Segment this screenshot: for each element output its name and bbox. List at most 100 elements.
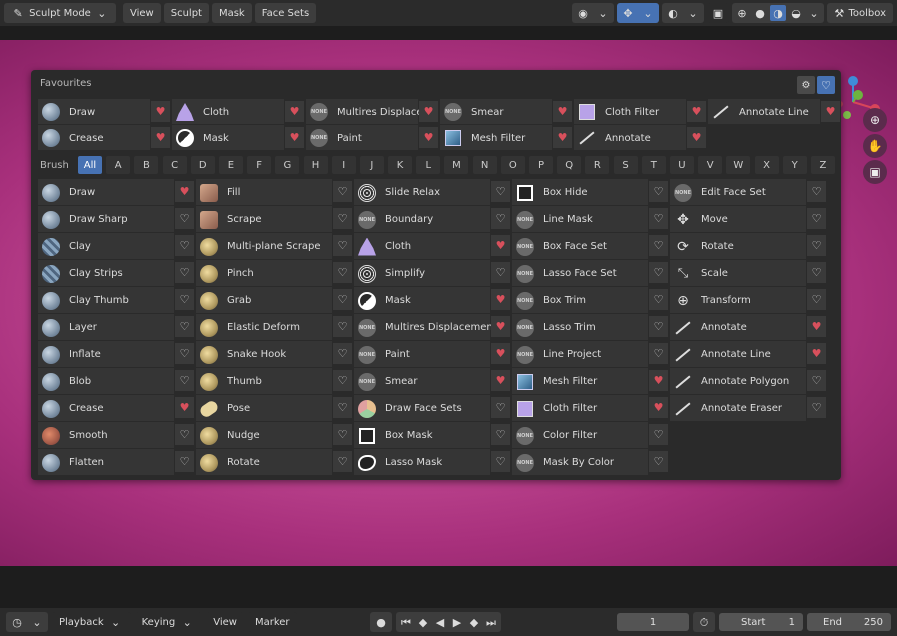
heart-outline-icon[interactable]: ♡ — [807, 397, 826, 418]
brush-item[interactable]: Blob ♡ — [38, 368, 196, 395]
heart-filled-icon[interactable]: ♥ — [175, 397, 194, 418]
heart-outline-icon[interactable]: ♡ — [491, 397, 510, 418]
favourite-item[interactable]: Cloth ♥ — [172, 99, 306, 125]
heart-outline-icon[interactable]: ♡ — [491, 181, 510, 202]
heart-outline-icon[interactable]: ♡ — [807, 235, 826, 256]
brush-item[interactable]: Annotate Line ♥ — [670, 341, 828, 368]
heart-filled-icon[interactable]: ♥ — [491, 289, 510, 310]
camera-view-icon[interactable]: ▣ — [863, 160, 887, 184]
keying-menu[interactable]: Keying ⌄ — [134, 612, 203, 632]
heart-outline-icon[interactable]: ♡ — [649, 451, 668, 472]
heart-outline-icon[interactable]: ♡ — [333, 235, 352, 256]
brush-item[interactable]: Pinch ♡ — [196, 260, 354, 287]
heart-outline-icon[interactable]: ♡ — [807, 181, 826, 202]
alpha-filter-l[interactable]: L — [416, 156, 441, 174]
heart-outline-icon[interactable]: ♡ — [333, 289, 352, 310]
brush-item[interactable]: Clay ♡ — [38, 233, 196, 260]
brush-item[interactable]: Nudge ♡ — [196, 422, 354, 449]
brush-item[interactable]: NONE Box Trim ♡ — [512, 287, 670, 314]
favourite-item[interactable]: Crease ♥ — [38, 125, 172, 151]
alpha-filter-c[interactable]: C — [162, 156, 187, 174]
jump-start-icon[interactable]: ⏮ — [398, 614, 414, 630]
alpha-filter-h[interactable]: H — [303, 156, 328, 174]
favourite-item[interactable]: NONE Paint ♥ — [306, 125, 440, 151]
mode-dropdown[interactable]: ✎ Sculpt Mode ⌄ — [4, 3, 116, 23]
menu-face-sets[interactable]: Face Sets — [254, 3, 317, 23]
alpha-filter-e[interactable]: E — [218, 156, 243, 174]
heart-filled-icon[interactable]: ♥ — [285, 101, 304, 122]
xray-toggle[interactable]: ▣ — [707, 3, 729, 23]
brush-item[interactable]: Slide Relax ♡ — [354, 179, 512, 206]
alpha-filter-n[interactable]: N — [472, 156, 497, 174]
heart-filled-icon[interactable]: ♥ — [151, 101, 170, 122]
chevron-down-icon[interactable]: ⌄ — [806, 5, 822, 21]
play-icon[interactable]: ▶ — [449, 614, 465, 630]
brush-item[interactable]: Annotate ♥ — [670, 314, 828, 341]
heart-filled-icon[interactable]: ♥ — [687, 101, 706, 122]
solid-shading-icon[interactable]: ● — [752, 5, 768, 21]
playback-menu[interactable]: Playback ⌄ — [52, 612, 131, 632]
heart-outline-icon[interactable]: ♡ — [649, 235, 668, 256]
brush-item[interactable]: Clay Strips ♡ — [38, 260, 196, 287]
heart-outline-icon[interactable]: ♡ — [807, 289, 826, 310]
heart-filled-icon[interactable]: ♥ — [491, 370, 510, 391]
heart-filled-icon[interactable]: ♥ — [419, 127, 438, 148]
heart-filled-icon[interactable]: ♥ — [553, 127, 572, 148]
heart-filled-icon[interactable]: ♥ — [687, 127, 706, 148]
heart-filled-icon[interactable]: ♥ — [491, 343, 510, 364]
brush-item[interactable]: Layer ♡ — [38, 314, 196, 341]
brush-item[interactable]: Fill ♡ — [196, 179, 354, 206]
settings-icon[interactable]: ⚙ — [797, 76, 815, 94]
pan-view-icon[interactable]: ✋ — [863, 134, 887, 158]
heart-outline-icon[interactable]: ♡ — [649, 424, 668, 445]
end-frame-field[interactable]: End 250 — [807, 613, 891, 631]
alpha-filter-k[interactable]: K — [388, 156, 413, 174]
heart-outline-icon[interactable]: ♡ — [491, 208, 510, 229]
favourite-filter-icon[interactable]: ♡ — [817, 76, 835, 94]
brush-item[interactable]: NONE Paint ♥ — [354, 341, 512, 368]
brush-item[interactable]: Annotate Eraser ♡ — [670, 395, 828, 422]
wireframe-shading-icon[interactable]: ⊕ — [734, 5, 750, 21]
heart-outline-icon[interactable]: ♡ — [491, 424, 510, 445]
brush-item[interactable]: NONE Box Face Set ♡ — [512, 233, 670, 260]
brush-item[interactable]: Box Mask ♡ — [354, 422, 512, 449]
heart-outline-icon[interactable]: ♡ — [333, 343, 352, 364]
toolbox-button[interactable]: ⚒ Toolbox — [827, 3, 893, 23]
favourite-item[interactable]: Cloth Filter ♥ — [574, 99, 708, 125]
heart-filled-icon[interactable]: ♥ — [807, 343, 826, 364]
heart-outline-icon[interactable]: ♡ — [175, 208, 194, 229]
heart-outline-icon[interactable]: ♡ — [175, 316, 194, 337]
heart-outline-icon[interactable]: ♡ — [333, 316, 352, 337]
brush-item[interactable]: NONE Boundary ♡ — [354, 206, 512, 233]
play-reverse-icon[interactable]: ◀ — [432, 614, 448, 630]
rendered-shading-icon[interactable]: ◒ — [788, 5, 804, 21]
heart-outline-icon[interactable]: ♡ — [649, 343, 668, 364]
heart-filled-icon[interactable]: ♥ — [419, 101, 438, 122]
alpha-filter-x[interactable]: X — [754, 156, 779, 174]
heart-outline-icon[interactable]: ♡ — [175, 235, 194, 256]
next-keyframe-icon[interactable]: ◆ — [466, 614, 482, 630]
brush-item[interactable]: Box Hide ♡ — [512, 179, 670, 206]
brush-item[interactable]: NONE Mask By Color ♡ — [512, 449, 670, 476]
heart-outline-icon[interactable]: ♡ — [649, 262, 668, 283]
brush-item[interactable]: Elastic Deform ♡ — [196, 314, 354, 341]
alpha-filter-m[interactable]: M — [444, 156, 469, 174]
heart-filled-icon[interactable]: ♥ — [491, 235, 510, 256]
brush-item[interactable]: Rotate ♡ — [196, 449, 354, 476]
heart-outline-icon[interactable]: ♡ — [491, 451, 510, 472]
alpha-filter-o[interactable]: O — [500, 156, 525, 174]
view-menu[interactable]: View — [206, 612, 244, 632]
heart-outline-icon[interactable]: ♡ — [333, 451, 352, 472]
brush-item[interactable]: ⟳ Rotate ♡ — [670, 233, 828, 260]
preview-range-toggle[interactable]: ⏱ — [693, 612, 715, 632]
heart-filled-icon[interactable]: ♥ — [821, 101, 840, 122]
heart-outline-icon[interactable]: ♡ — [175, 289, 194, 310]
heart-filled-icon[interactable]: ♥ — [285, 127, 304, 148]
favourite-item[interactable]: Annotate Line ♥ — [708, 99, 842, 125]
favourite-item[interactable]: Annotate ♥ — [574, 125, 708, 151]
brush-item[interactable]: Lasso Mask ♡ — [354, 449, 512, 476]
alpha-filter-z[interactable]: Z — [810, 156, 835, 174]
brush-item[interactable]: Simplify ♡ — [354, 260, 512, 287]
brush-item[interactable]: NONE Smear ♥ — [354, 368, 512, 395]
heart-outline-icon[interactable]: ♡ — [807, 208, 826, 229]
